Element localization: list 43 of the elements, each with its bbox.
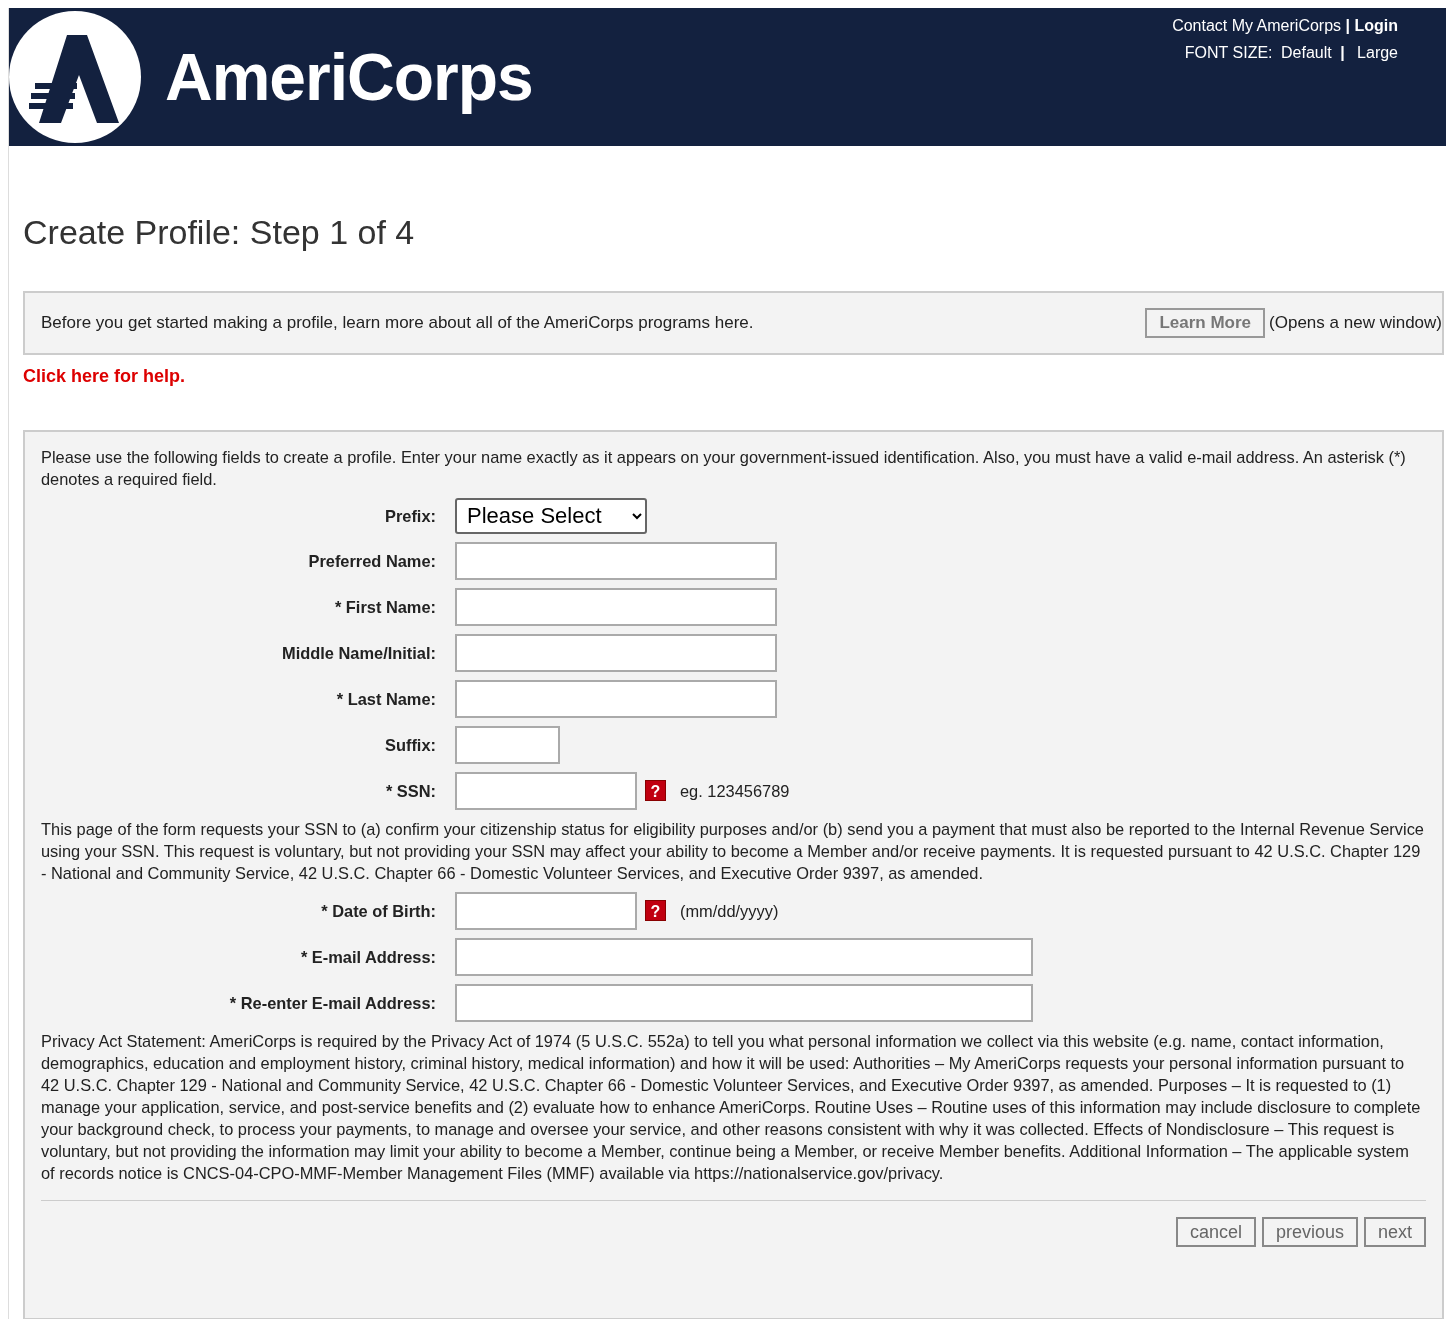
field-label: Suffix: xyxy=(384,734,437,756)
field-label: * Last Name: xyxy=(335,688,437,710)
separator: | xyxy=(1345,17,1350,34)
input-field[interactable] xyxy=(455,725,560,764)
input-field[interactable] xyxy=(455,587,777,626)
help-icon[interactable]: ? xyxy=(645,780,666,802)
nav-button[interactable]: cancel xyxy=(1175,1216,1256,1247)
new-window-note: (Opens a new window) xyxy=(1269,312,1442,335)
font-size-label: FONT SIZE: xyxy=(1184,44,1273,61)
field-label: * Date of Birth: xyxy=(320,900,437,922)
field-label: * SSN: xyxy=(384,780,437,802)
login-link[interactable]: Login xyxy=(1354,17,1398,34)
font-size-link[interactable]: Default xyxy=(1281,44,1332,61)
input-field[interactable] xyxy=(455,633,777,672)
intro-text: Please use the following fields to create a profile. Enter your name exactly as it appears on your government-issued identification. Also, you must have a valid e-mail address. An asterisk (*) denotes a required field. xyxy=(41,446,1407,490)
hint-text: eg. 123456789 xyxy=(680,780,790,802)
field-label: * First Name: xyxy=(333,596,437,618)
field-label: * E-mail Address: xyxy=(299,946,437,968)
field-label: Middle Name/Initial: xyxy=(281,642,437,664)
nav-button[interactable]: previous xyxy=(1261,1216,1358,1247)
help-icon[interactable]: ? xyxy=(645,900,666,922)
input-field[interactable] xyxy=(455,771,637,810)
info-text: Before you get started making a profile, learn more about all of the AmeriCorps programs here. xyxy=(41,312,754,335)
input-field[interactable] xyxy=(455,891,637,930)
field-label: * Re-enter E-mail Address: xyxy=(228,992,437,1014)
contact-link[interactable]: Contact My AmeriCorps xyxy=(1172,17,1342,34)
font-size-link[interactable]: Large xyxy=(1357,44,1398,61)
field-label: Preferred Name: xyxy=(307,550,437,572)
hint-text: (mm/dd/yyyy) xyxy=(680,900,779,922)
help-link[interactable]: Click here for help. xyxy=(23,362,186,390)
separator: | xyxy=(1340,44,1345,61)
input-field[interactable] xyxy=(455,937,1033,976)
notice-text: This page of the form requests your SSN to (a) confirm your citizenship status for eligibility purposes and/or (b) send you a payment that must also be reported to the Internal Revenue Service using your SSN. This request is voluntary, but not providing your SSN may affect your ability to become a Member and/or receive payments. It is requested pursuant to 42 U.S.C. Chapter 129 - National and Community Service, 42 U.S.C. Chapter 66 - Domestic Volunteer Services, and Executive Order 9397, as amended. xyxy=(41,818,1425,884)
logo-text: AmeriCorps xyxy=(165,38,533,116)
nav-button[interactable]: next xyxy=(1363,1216,1426,1247)
learn-more-button[interactable]: Learn More xyxy=(1145,307,1266,338)
field-label: Prefix: xyxy=(384,505,437,527)
input-field[interactable] xyxy=(455,541,777,580)
input-field[interactable] xyxy=(455,983,1033,1022)
prefix-dropdown[interactable]: Please Select xyxy=(455,497,647,534)
input-field[interactable] xyxy=(455,679,777,718)
notice-text: Privacy Act Statement: AmeriCorps is required by the Privacy Act of 1974 (5 U.S.C. 552a) to tell you what personal information we collect via this website (e.g. name, contact information, demographics, education and employment history, criminal history, medical information) and how it will be used: Authorities – My AmeriCorps requests your personal information pursuant to 42 U.S.C. Chapter 129 - National and Community Service, 42 U.S.C. Chapter 66 - Domestic Volunteer Services, and Executive Order 9397, as amended. Purposes – It is requested to (1) manage your application, service, and post-service benefits and (2) evaluate how to enhance AmeriCorps. Routine Uses – Routine uses of this information may include disclosure to complete your background check, to process your payments, to manage and oversee your service, and other reasons consistent with why it was collected. Effects of Nondisclosure – This request is voluntary, but not providing the information may limit your ability to become a Member, continue being a Member, or receive Member benefits. Additional Information – The applicable system of records notice is CNCS-04-CPO-MMF-Member Management Files (MMF) available via https://nationalservice.gov/privacy. xyxy=(41,1030,1422,1184)
page-title: Create Profile: Step 1 of 4 xyxy=(23,212,416,253)
